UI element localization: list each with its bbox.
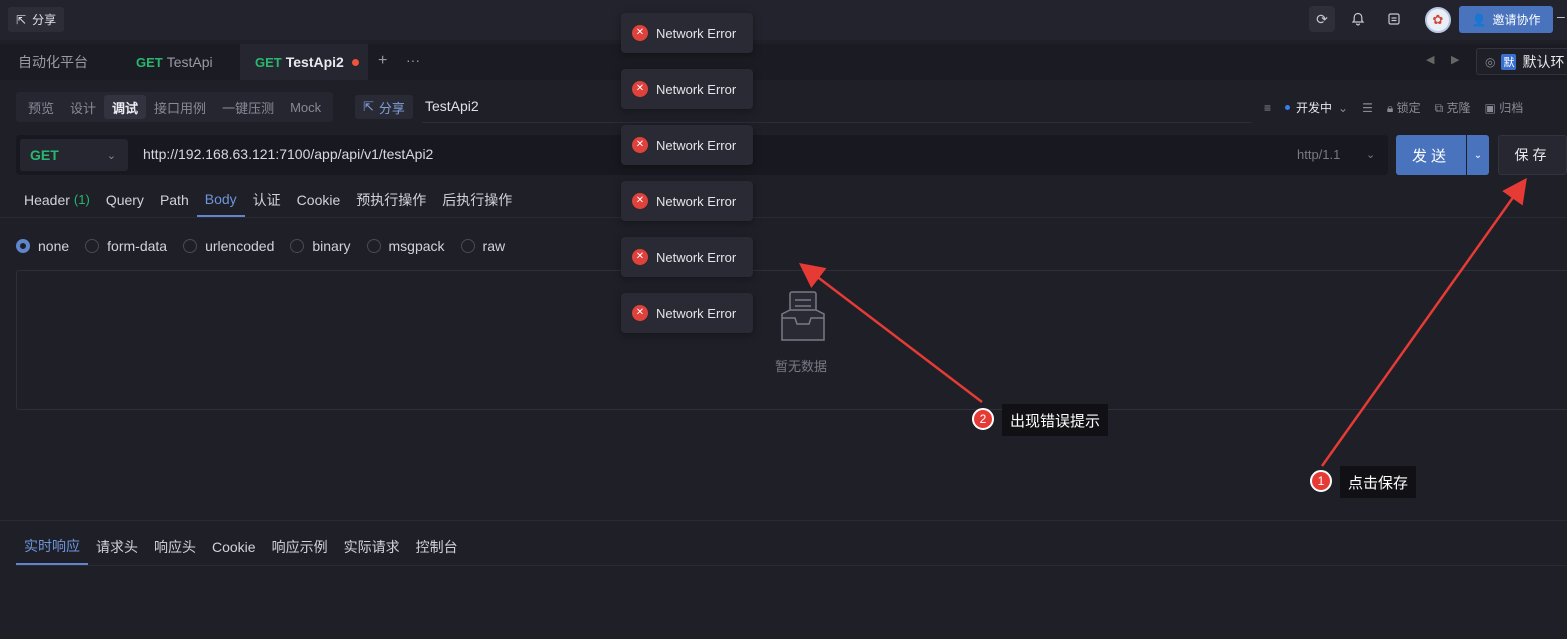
annotation-badge-1: 1 bbox=[1310, 470, 1332, 492]
annotation-label-2: 出现错误提示 bbox=[1002, 404, 1109, 436]
arrow-to-toasts bbox=[799, 262, 983, 403]
annotation-arrows bbox=[799, 177, 1527, 467]
annotation-label-1: 点击保存 bbox=[1340, 466, 1417, 498]
arrow-to-save bbox=[1320, 177, 1527, 467]
annotation-badge-2: 2 bbox=[972, 408, 994, 430]
